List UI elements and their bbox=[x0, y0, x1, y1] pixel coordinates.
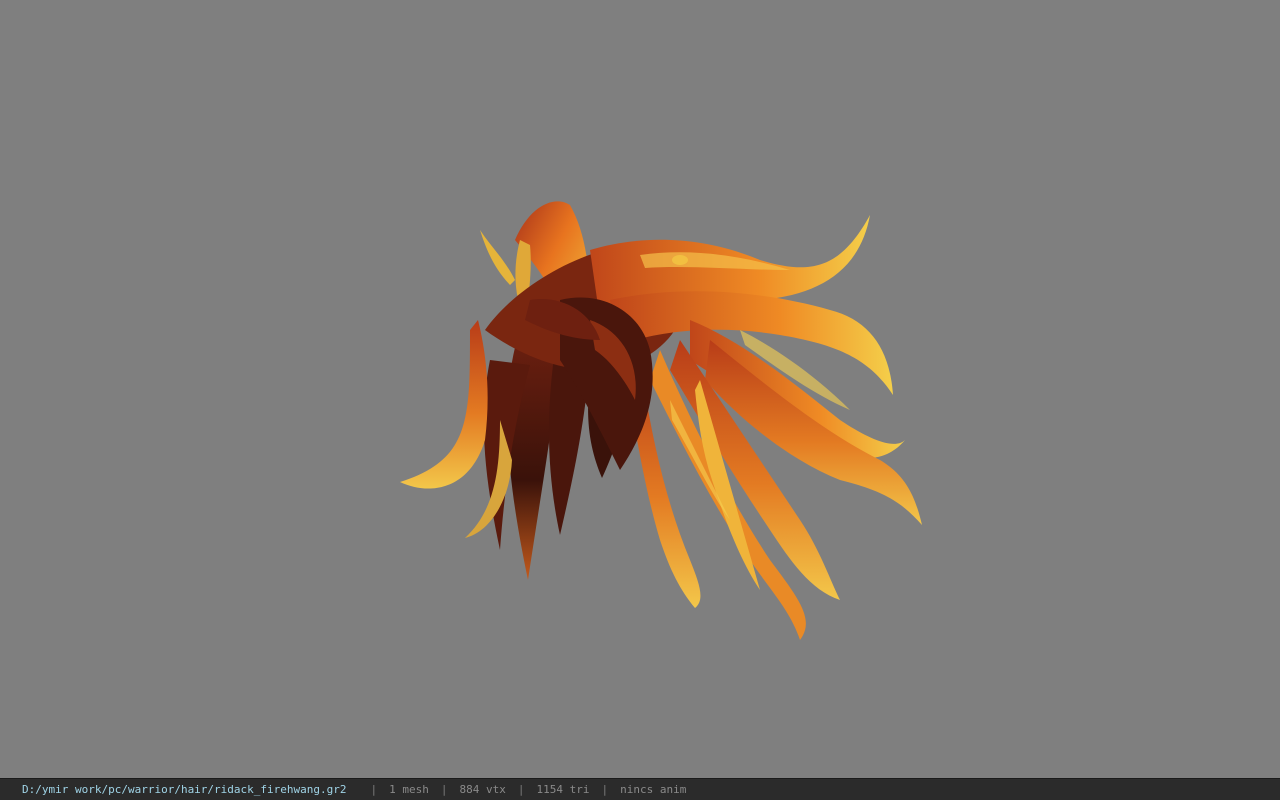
hair-model-render[interactable] bbox=[0, 0, 1280, 778]
hair-ornament bbox=[672, 255, 688, 265]
separator: | bbox=[601, 783, 609, 796]
hair-strand bbox=[480, 230, 515, 285]
file-path: D:/ymir work/pc/warrior/hair/ridack_fire… bbox=[22, 783, 347, 796]
separator: | bbox=[517, 783, 525, 796]
separator: | bbox=[370, 783, 378, 796]
status-bar: D:/ymir work/pc/warrior/hair/ridack_fire… bbox=[0, 778, 1280, 800]
3d-viewport[interactable] bbox=[0, 0, 1280, 778]
triangle-count: 1154 tri bbox=[536, 783, 590, 796]
anim-status: nincs anim bbox=[620, 783, 687, 796]
separator: | bbox=[440, 783, 448, 796]
vertex-count: 884 vtx bbox=[459, 783, 506, 796]
hair-strand bbox=[400, 320, 488, 489]
mesh-count: 1 mesh bbox=[389, 783, 429, 796]
